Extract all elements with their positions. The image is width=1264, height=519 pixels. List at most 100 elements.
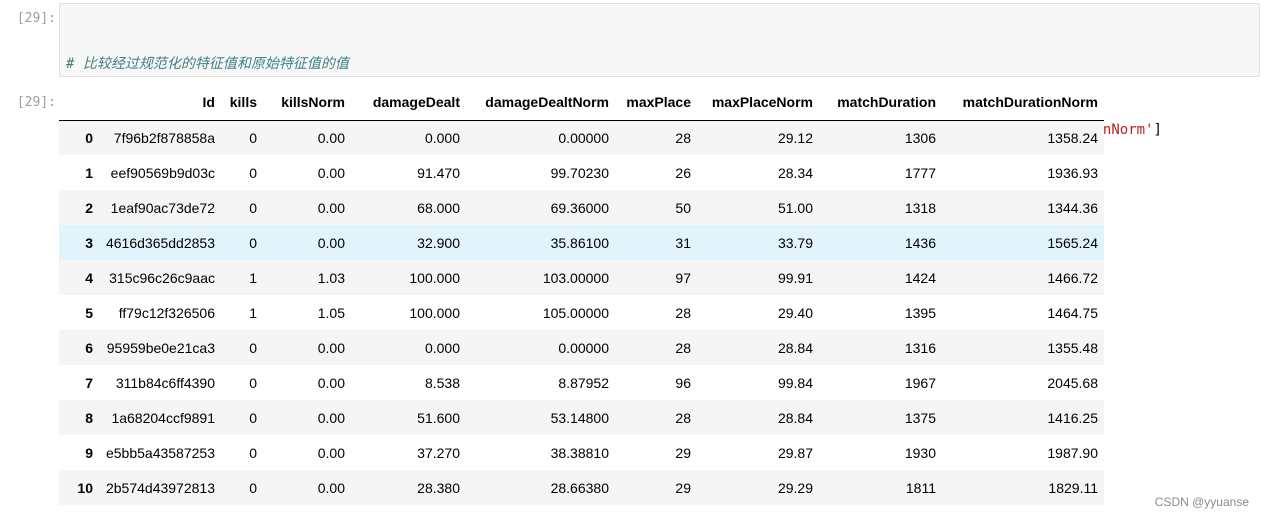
- table-cell: 0: [249, 164, 257, 181]
- table-cell: 96: [675, 374, 691, 391]
- table-cell: eef90569b9d03c: [110, 164, 215, 181]
- table-cell: 0.000: [424, 339, 460, 356]
- table-cell: 68.000: [417, 199, 460, 216]
- table-cell: 1464.75: [1047, 304, 1098, 321]
- table-cell: 1a68204ccf9891: [111, 409, 215, 426]
- table-cell: 1: [249, 269, 257, 286]
- table-cell: 8.87952: [558, 374, 609, 391]
- table-cell: 1375: [904, 409, 936, 426]
- input-prompt: [29]:: [16, 11, 56, 26]
- code-list-close: ]: [1153, 122, 1162, 138]
- table-cell: 0.00: [317, 479, 345, 496]
- table-cell: 4616d365dd2853: [105, 234, 215, 251]
- table-row: 5 ff79c12f326506 1 1.05 100.000 105.00000 28 29…: [59, 295, 1104, 330]
- table-cell: 69.36000: [550, 199, 609, 216]
- row-index: 0: [85, 129, 93, 146]
- table-cell: 1987.90: [1047, 444, 1098, 461]
- row-index: 2: [85, 199, 93, 216]
- table-cell: 1: [249, 304, 257, 321]
- table-row: 4 315c96c26c9aac 1 1.03 100.000 103.00000 97 99…: [59, 260, 1104, 295]
- output-prompt: [29]:: [16, 95, 56, 110]
- table-cell: 1358.24: [1047, 129, 1098, 146]
- table-cell: 29: [675, 479, 691, 496]
- table-cell: 0.00: [317, 339, 345, 356]
- table-cell: 28: [675, 129, 691, 146]
- table-cell: 1424: [904, 269, 936, 286]
- table-cell: 0.00: [317, 199, 345, 216]
- table-cell: e5bb5a43587253: [105, 444, 215, 461]
- table-cell: 0.00000: [558, 339, 609, 356]
- table-cell: 99.70230: [550, 164, 609, 181]
- table-cell: 97: [675, 269, 691, 286]
- table-cell: 1829.11: [1048, 479, 1098, 496]
- table-cell: 38.38810: [550, 444, 609, 461]
- table-cell: 35.86100: [550, 234, 609, 251]
- column-header: damageDealt: [351, 85, 466, 121]
- column-header: killsNorm: [263, 85, 351, 121]
- table-cell: 28: [675, 409, 691, 426]
- table-cell: 0: [249, 199, 257, 216]
- table-cell: 28: [675, 304, 691, 321]
- table-cell: 37.270: [417, 444, 460, 461]
- output-area: Id kills killsNorm damageDealt damageDealtNo…: [59, 85, 1104, 505]
- table-cell: 8.538: [424, 374, 460, 391]
- table-cell: 1565.24: [1047, 234, 1098, 251]
- row-index: 5: [85, 304, 93, 321]
- row-index: 7: [85, 374, 93, 391]
- table-cell: 103.00000: [542, 269, 609, 286]
- table-cell: 91.470: [417, 164, 460, 181]
- table-row: 0 7f96b2f878858a 0 0.00 0.000 0.00000 28 29.12 1…: [59, 120, 1104, 155]
- table-cell: 7f96b2f878858a: [113, 129, 215, 146]
- table-cell: 29.29: [777, 479, 813, 496]
- table-cell: 100.000: [409, 304, 460, 321]
- table-row: 7 311b84c6ff4390 0 0.00 8.538 8.87952 96 99.84 1…: [59, 365, 1104, 400]
- table-cell: 0: [249, 129, 257, 146]
- row-index: 1: [85, 164, 93, 181]
- dataframe-table: Id kills killsNorm damageDealt damageDealtNo…: [59, 85, 1104, 505]
- row-index: 9: [85, 444, 93, 461]
- table-cell: 51.600: [417, 409, 460, 426]
- code-comment-line: # 比较经过规范化的特征值和原始特征值的值: [66, 53, 1259, 75]
- watermark: CSDN @yyuanse: [1154, 495, 1249, 509]
- table-cell: 50: [675, 199, 691, 216]
- table-cell: 1344.36: [1047, 199, 1098, 216]
- table-row: 8 1a68204ccf9891 0 0.00 51.600 53.14800 28 28.8…: [59, 400, 1104, 435]
- table-cell: 1811: [905, 479, 936, 496]
- table-cell: 311b84c6ff4390: [115, 374, 215, 391]
- table-cell: 1355.48: [1047, 339, 1098, 356]
- table-header-row: Id kills killsNorm damageDealt damageDealtNo…: [59, 85, 1104, 121]
- table-cell: ff79c12f326506: [118, 304, 215, 321]
- table-cell: 53.14800: [550, 409, 609, 426]
- row-index: 6: [85, 339, 93, 356]
- column-header: maxPlace: [615, 85, 697, 121]
- table-cell: 95959be0e21ca3: [106, 339, 215, 356]
- table-cell: 0.00: [317, 129, 345, 146]
- table-cell: 100.000: [409, 269, 460, 286]
- table-cell: 28.380: [417, 479, 460, 496]
- table-cell: 315c96c26c9aac: [109, 269, 215, 286]
- table-cell: 0.000: [424, 129, 460, 146]
- table-cell: 0: [249, 234, 257, 251]
- table-cell: 0.00000: [558, 129, 609, 146]
- column-header: matchDurationNorm: [942, 85, 1104, 121]
- table-cell: 29: [675, 444, 691, 461]
- table-row: 3 4616d365dd2853 0 0.00 32.900 35.86100 31 33.7…: [59, 225, 1104, 260]
- table-cell: 1395: [904, 304, 936, 321]
- column-header: maxPlaceNorm: [697, 85, 819, 121]
- table-cell: 105.00000: [542, 304, 609, 321]
- table-cell: 28.84: [777, 339, 813, 356]
- table-cell: 32.900: [417, 234, 460, 251]
- table-cell: 0: [249, 374, 257, 391]
- table-cell: 1.05: [317, 304, 345, 321]
- row-index: 4: [85, 269, 93, 286]
- table-cell: 1416.25: [1047, 409, 1098, 426]
- row-index: 10: [77, 479, 93, 496]
- table-cell: 99.84: [777, 374, 813, 391]
- code-cell[interactable]: # 比较经过规范化的特征值和原始特征值的值 to_show = ['Id','k…: [59, 3, 1260, 204]
- table-cell: 1eaf90ac73de72: [110, 199, 215, 216]
- table-cell: 0: [249, 444, 257, 461]
- table-cell: 1967: [904, 374, 936, 391]
- table-cell: 0.00: [317, 234, 345, 251]
- column-header: matchDuration: [819, 85, 942, 121]
- table-cell: 26: [675, 164, 691, 181]
